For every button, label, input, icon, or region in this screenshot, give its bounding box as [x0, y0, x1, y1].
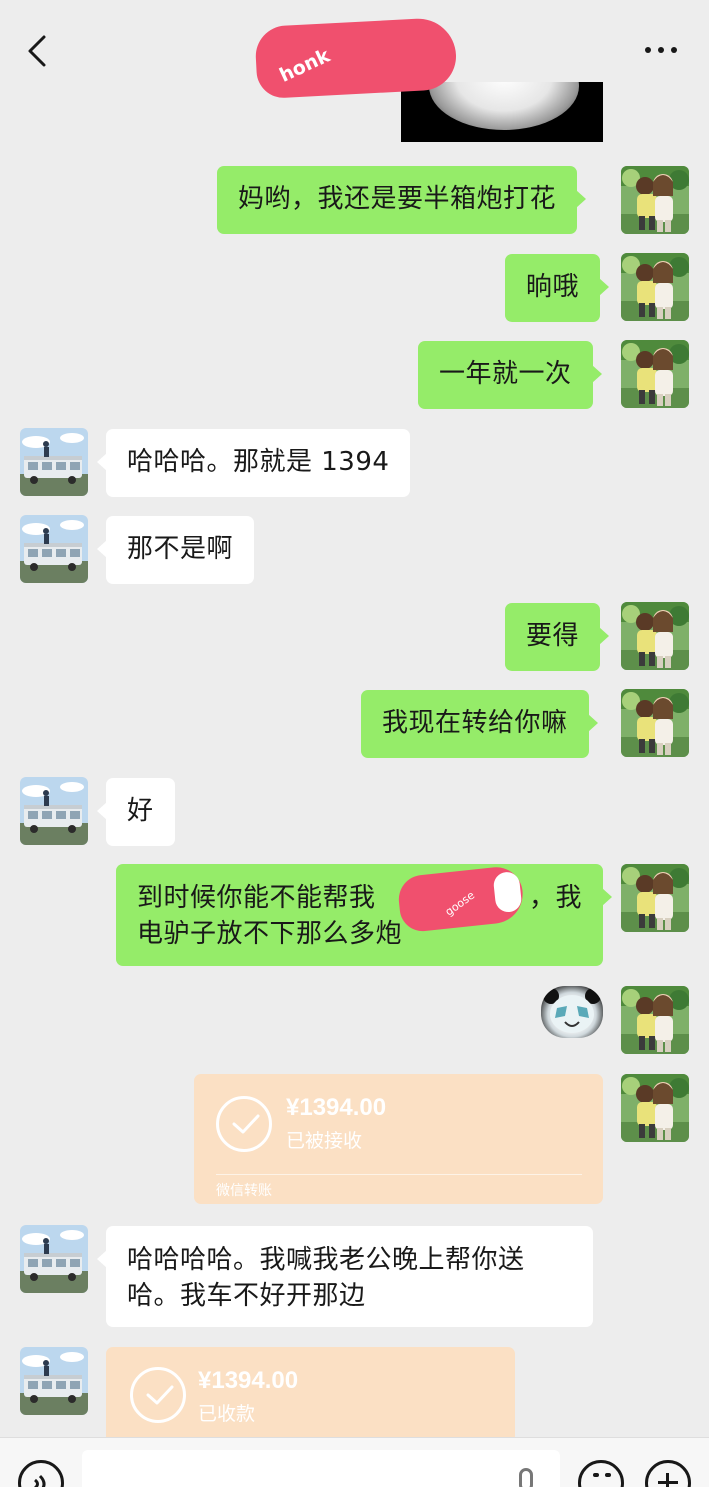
message-line: 哈哈哈哈。我喊我老公晚上帮你送	[127, 1241, 572, 1277]
more-button[interactable]	[643, 40, 679, 60]
back-button[interactable]	[24, 34, 52, 68]
message-text: 到时候你能不能帮我	[137, 883, 376, 913]
voice-button[interactable]	[18, 1460, 64, 1487]
image-message[interactable]	[401, 82, 603, 146]
my-avatar[interactable]	[621, 340, 689, 408]
message-text: 电驴子放不下那么多炮	[137, 919, 403, 949]
message-text: 我现在转给你嘛	[382, 708, 568, 738]
contact-avatar[interactable]	[20, 777, 88, 845]
message-text: 妈哟，我还是要半箱炮打花	[238, 184, 557, 214]
my-avatar[interactable]	[621, 864, 689, 932]
message-text: ，我	[529, 883, 583, 913]
message-line: 哈。我车不好开那边	[127, 1277, 572, 1313]
my-message-bubble[interactable]: 晌哦	[505, 254, 610, 322]
contact-message-bubble[interactable]: 哈哈哈。那就是 1394	[96, 429, 411, 497]
message-text: 哈。我车不好开那边	[127, 1281, 366, 1311]
my-avatar[interactable]	[621, 602, 689, 670]
more-dots-icon	[645, 47, 677, 53]
contact-avatar[interactable]	[20, 1225, 88, 1293]
microphone-icon[interactable]	[519, 1468, 533, 1487]
input-bar	[0, 1437, 709, 1487]
message-text: 哈哈哈。那就是 1394	[127, 447, 390, 477]
message-text: 哈哈哈哈。我喊我老公晚上帮你送	[127, 1245, 525, 1275]
transfer-footer: 微信转账	[216, 1183, 272, 1199]
transfer-amount: ¥1394.00	[198, 1367, 299, 1394]
my-message-bubble[interactable]: 要得	[505, 603, 610, 671]
voice-icon	[33, 1474, 46, 1487]
transfer-amount: ¥1394.00	[286, 1094, 387, 1121]
message-input[interactable]	[82, 1450, 560, 1487]
message-text: 好	[127, 796, 154, 826]
image-content	[429, 82, 579, 130]
transfer-card[interactable]: ¥1394.00 已收款	[106, 1347, 515, 1437]
message-text: 那不是啊	[127, 534, 234, 564]
my-message-bubble[interactable]: 到时候你能不能帮我 ，我 电驴子放不下那么多炮	[116, 864, 612, 966]
contact-message-bubble[interactable]: 那不是啊	[96, 516, 255, 584]
my-avatar[interactable]	[621, 986, 689, 1054]
my-message-bubble[interactable]: 我现在转给你嘛	[361, 690, 598, 758]
contact-avatar[interactable]	[20, 428, 88, 496]
my-message-bubble[interactable]: 一年就一次	[418, 341, 602, 409]
my-avatar[interactable]	[621, 1074, 689, 1142]
message-text: 晌哦	[526, 272, 580, 302]
redaction-tag: goose	[442, 888, 478, 919]
message-line: 电驴子放不下那么多炮	[137, 915, 582, 951]
contact-avatar[interactable]	[20, 1347, 88, 1415]
my-avatar[interactable]	[621, 689, 689, 757]
transfer-card[interactable]: ¥1394.00 已被接收 微信转账	[194, 1074, 603, 1204]
transfer-status: 已被接收	[286, 1130, 363, 1152]
contact-message-bubble[interactable]: 好	[97, 778, 175, 846]
chevron-left-icon	[28, 35, 46, 67]
check-circle-icon	[130, 1367, 186, 1423]
divider	[216, 1174, 582, 1175]
my-message-bubble[interactable]: 妈哟，我还是要半箱炮打花	[217, 166, 587, 234]
plus-button[interactable]	[645, 1460, 691, 1487]
check-circle-icon	[216, 1096, 272, 1152]
my-avatar[interactable]	[621, 253, 689, 321]
transfer-status: 已收款	[198, 1403, 256, 1425]
contact-avatar[interactable]	[20, 515, 88, 583]
emoji-button[interactable]	[578, 1460, 624, 1487]
my-avatar[interactable]	[621, 166, 689, 234]
title-redaction: honk	[254, 16, 458, 100]
chat-area[interactable]: 妈哟，我还是要半箱炮打花 晌哦 一年就一次 哈哈哈。那就是 1394 那不是啊 …	[0, 0, 709, 1437]
message-text: 要得	[526, 621, 580, 651]
redaction-scribble: honk	[276, 44, 334, 87]
panda-face-sticker[interactable]	[541, 986, 603, 1038]
contact-message-bubble[interactable]: 哈哈哈哈。我喊我老公晚上帮你送 哈。我车不好开那边	[97, 1226, 593, 1327]
message-text: 一年就一次	[439, 359, 572, 389]
